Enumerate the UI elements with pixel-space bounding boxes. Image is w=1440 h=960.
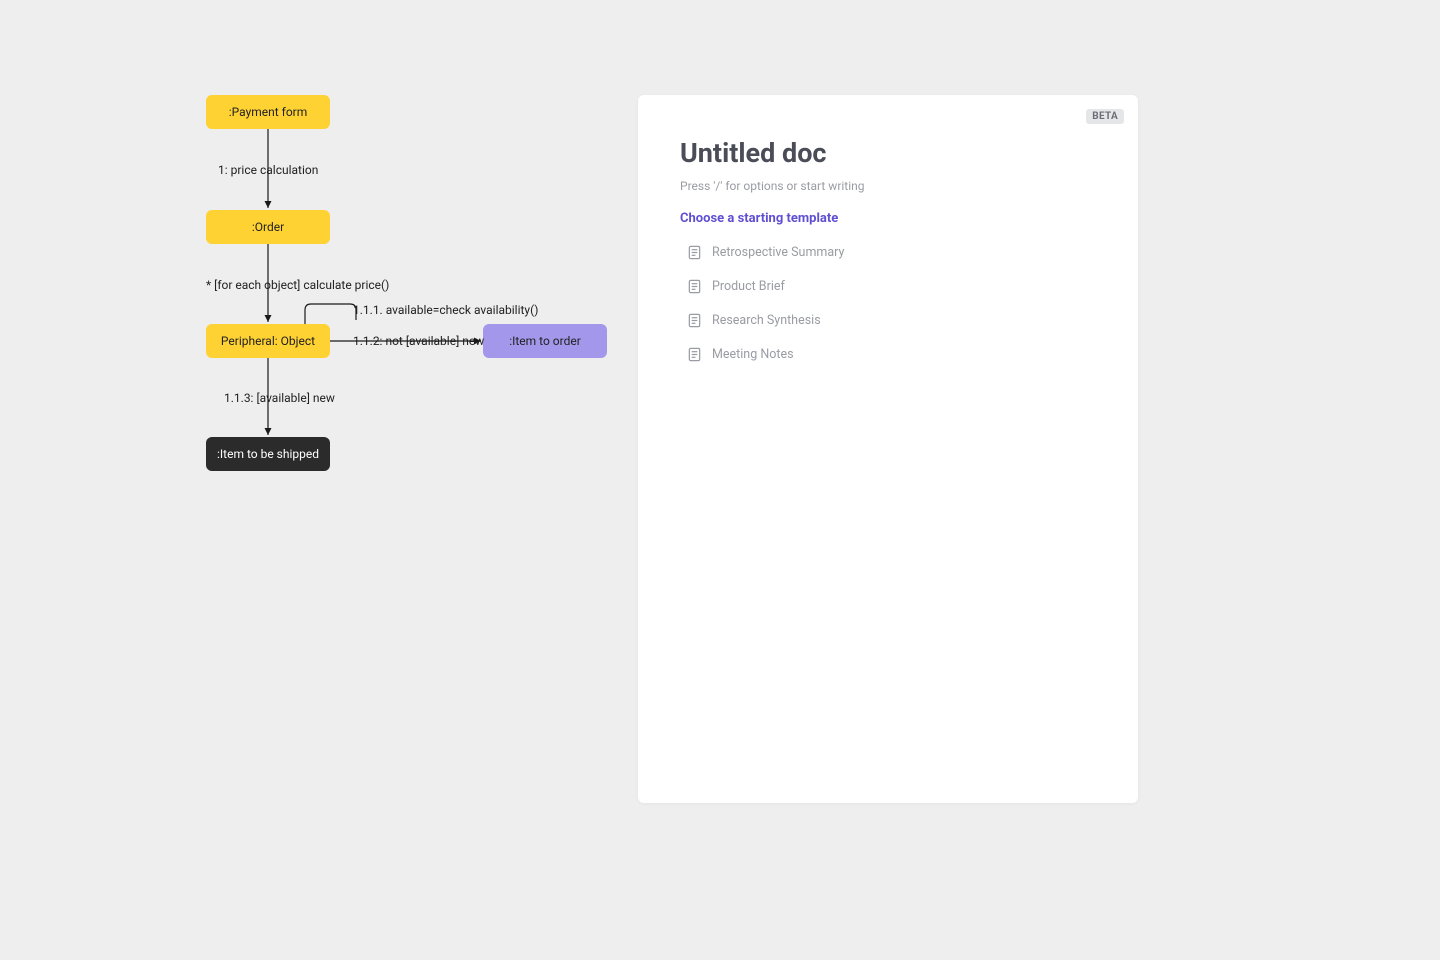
edge-label-foreach-calculate-price: * [for each object] calculate price() — [206, 278, 389, 292]
edge-label-check-availability: 1.1.1. available=check availability() — [353, 303, 538, 317]
template-list: Retrospective Summary Product Brief — [680, 240, 1096, 366]
node-item-to-be-shipped[interactable]: :Item to be shipped — [206, 437, 330, 471]
node-label: :Order — [252, 220, 284, 234]
template-label: Research Synthesis — [712, 313, 821, 328]
node-peripheral-object[interactable]: Peripheral: Object — [206, 324, 330, 358]
node-label: :Payment form — [229, 105, 308, 119]
template-label: Product Brief — [712, 279, 785, 294]
node-label: :Item to be shipped — [217, 447, 319, 461]
node-label: Peripheral: Object — [221, 334, 315, 348]
template-item-research-synthesis[interactable]: Research Synthesis — [680, 308, 1096, 332]
document-icon — [686, 278, 702, 294]
edge-label-price-calculation: 1: price calculation — [218, 163, 318, 177]
template-item-retrospective-summary[interactable]: Retrospective Summary — [680, 240, 1096, 264]
template-item-product-brief[interactable]: Product Brief — [680, 274, 1096, 298]
document-icon — [686, 312, 702, 328]
doc-title[interactable]: Untitled doc — [680, 137, 1096, 169]
node-payment-form[interactable]: :Payment form — [206, 95, 330, 129]
node-item-to-order[interactable]: :Item to order — [483, 324, 607, 358]
template-label: Retrospective Summary — [712, 245, 844, 260]
beta-badge: BETA — [1086, 109, 1124, 124]
document-icon — [686, 346, 702, 362]
template-label: Meeting Notes — [712, 347, 794, 362]
diagram-canvas[interactable]: :Payment form :Order Peripheral: Object … — [0, 0, 720, 960]
doc-card: BETA Untitled doc Press '/' for options … — [638, 95, 1138, 803]
doc-template-section-heading: Choose a starting template — [680, 211, 1096, 226]
template-item-meeting-notes[interactable]: Meeting Notes — [680, 342, 1096, 366]
edge-label-not-available-new: 1.1.2: not [available] new — [353, 334, 484, 348]
node-label: :Item to order — [509, 334, 581, 348]
document-icon — [686, 244, 702, 260]
doc-hint: Press '/' for options or start writing — [680, 179, 1096, 193]
diagram-arrows — [0, 0, 720, 960]
node-order[interactable]: :Order — [206, 210, 330, 244]
edge-label-available-new: 1.1.3: [available] new — [224, 391, 335, 405]
